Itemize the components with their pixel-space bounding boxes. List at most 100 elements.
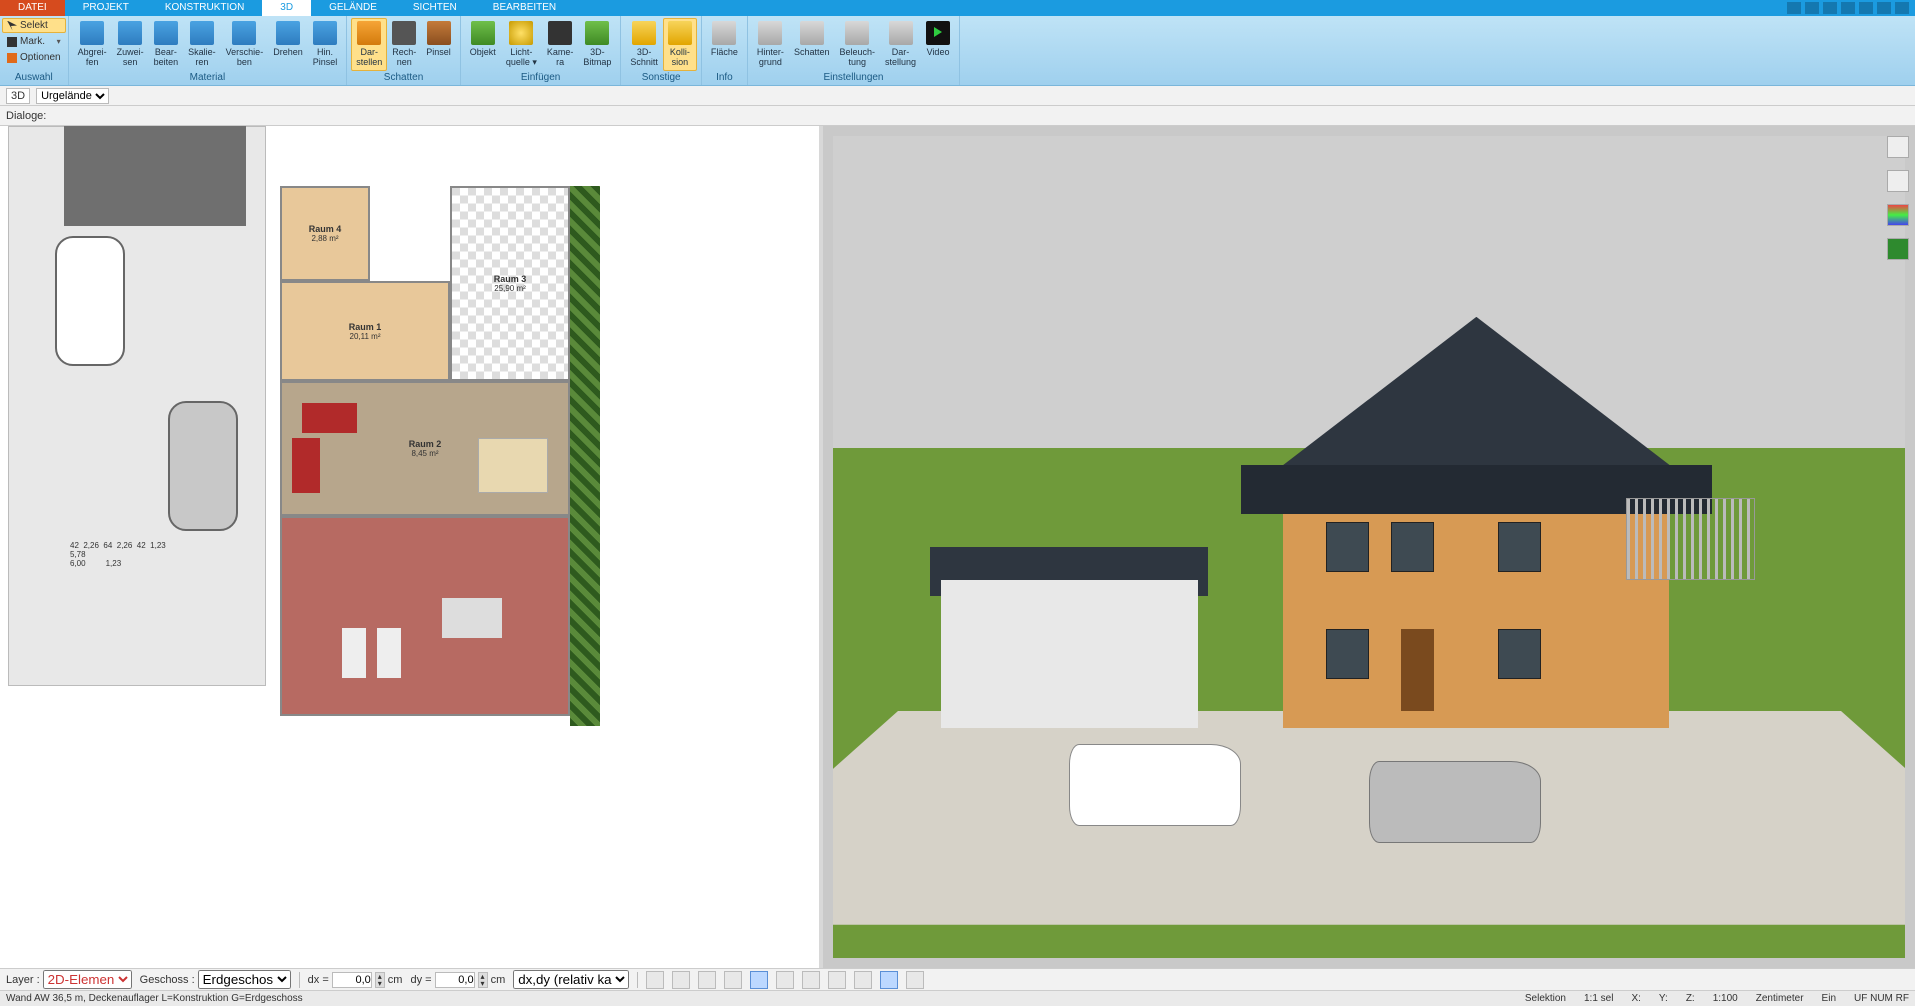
tab-bearbeiten[interactable]: BEARBEITEN <box>475 0 574 16</box>
btn-hintergrund[interactable]: Hinter- grund <box>752 18 789 71</box>
sysicon-1[interactable] <box>1787 2 1801 14</box>
dx-stepper[interactable]: ▴▾ <box>375 972 385 988</box>
pane-2d[interactable]: Raum 4 2,88 m² Raum 1 20,11 m² Raum 3 25… <box>0 126 823 968</box>
btn-skalieren[interactable]: Skalie- ren <box>183 18 221 71</box>
btn-verschieben[interactable]: Verschie- ben <box>221 18 269 71</box>
ribbon-group-auswahl: Selekt Mark. ▾ Optionen Auswahl <box>0 16 69 85</box>
geschoss-dropdown[interactable]: Erdgeschos <box>198 970 291 989</box>
btn-darstellen[interactable]: Dar- stellen <box>351 18 387 71</box>
btn-3dschnitt[interactable]: 3D- Schnitt <box>625 18 663 71</box>
chevron-down-icon: ▾ <box>57 37 61 46</box>
tool-grid2-icon[interactable] <box>802 971 820 989</box>
palette-plants-icon[interactable] <box>1887 238 1909 260</box>
btn-hinpinsel[interactable]: Hin. Pinsel <box>308 18 343 71</box>
room-2: Raum 2 8,45 m² <box>280 381 570 516</box>
btn-darstellung[interactable]: Dar- stellung <box>880 18 921 71</box>
status-scale: 1:100 <box>1713 993 1738 1004</box>
tool-north-icon[interactable] <box>880 971 898 989</box>
cursor-icon <box>7 21 17 31</box>
viewtag-3d[interactable]: 3D <box>6 88 30 104</box>
sysicon-3[interactable] <box>1823 2 1837 14</box>
dx-input[interactable] <box>332 972 372 988</box>
mark-button[interactable]: Mark. ▾ <box>2 34 66 49</box>
btn-3dbitmap[interactable]: 3D- Bitmap <box>578 18 616 71</box>
layer-dropdown[interactable]: 2D-Elemen <box>43 970 132 989</box>
btn-bearbeiten[interactable]: Bear- beiten <box>149 18 184 71</box>
tool-layers-icon[interactable] <box>828 971 846 989</box>
tab-projekt[interactable]: PROJEKT <box>65 0 147 16</box>
btn-drehen[interactable]: Drehen <box>268 18 308 71</box>
tab-datei[interactable]: DATEI <box>0 0 65 16</box>
armchair-red <box>292 438 320 493</box>
room-1: Raum 1 20,11 m² <box>280 281 450 381</box>
hedge-right <box>570 186 600 726</box>
window-3 <box>1498 522 1541 571</box>
btn-zuweisen[interactable]: Zuwei- sen <box>112 18 149 71</box>
right-palette <box>1887 136 1913 260</box>
palette-layers-icon[interactable] <box>1887 136 1909 158</box>
shadow-show-icon <box>357 21 381 45</box>
lighting-icon <box>845 21 869 45</box>
palette-materials-icon[interactable] <box>1887 204 1909 226</box>
help-icon[interactable] <box>1841 2 1855 14</box>
bottom-toolbar: Layer : 2D-Elemen Geschoss : Erdgeschos … <box>0 968 1915 990</box>
btn-lichtquelle[interactable]: Licht- quelle ▾ <box>501 18 542 71</box>
options-label: Optionen <box>20 52 61 63</box>
lounger-2 <box>377 628 401 678</box>
tool-link-icon[interactable] <box>724 971 742 989</box>
btn-kamera[interactable]: Kame- ra <box>542 18 579 71</box>
group-label-einfuegen: Einfügen <box>461 71 621 85</box>
calc-icon <box>392 21 416 45</box>
btn-video[interactable]: Video <box>921 18 955 71</box>
btn-schatten-einst[interactable]: Schatten <box>789 18 835 71</box>
group-label-auswahl: Auswahl <box>0 71 68 85</box>
tab-konstruktion[interactable]: KONSTRUKTION <box>147 0 262 16</box>
palette-furniture-icon[interactable] <box>1887 170 1909 192</box>
status-selektion: Selektion <box>1525 993 1566 1004</box>
tab-3d[interactable]: 3D <box>262 0 311 16</box>
car-grey-3d <box>1369 761 1540 843</box>
dy-stepper[interactable]: ▴▾ <box>478 972 488 988</box>
btn-rechnen[interactable]: Rech- nen <box>387 18 421 71</box>
btn-abgreifen[interactable]: Abgrei- fen <box>73 18 112 71</box>
btn-beleuchtung[interactable]: Beleuch- tung <box>834 18 880 71</box>
tab-sichten[interactable]: SICHTEN <box>395 0 475 16</box>
garage-3d <box>941 580 1198 728</box>
move-icon <box>232 21 256 45</box>
maximize-icon[interactable] <box>1877 2 1891 14</box>
tool-grid3-icon[interactable] <box>854 971 872 989</box>
minimize-icon[interactable] <box>1859 2 1873 14</box>
mark-icon <box>7 37 17 47</box>
btn-kollision[interactable]: Kolli- sion <box>663 18 697 71</box>
car-white-2d <box>55 236 125 366</box>
coord-mode-dropdown[interactable]: dx,dy (relativ ka <box>513 970 629 989</box>
layer-select[interactable]: Urgelände <box>36 88 109 104</box>
select-button[interactable]: Selekt <box>2 18 66 33</box>
area-icon <box>712 21 736 45</box>
terrace <box>280 516 570 716</box>
btn-flaeche[interactable]: Fläche <box>706 18 743 71</box>
ribbon-group-einstellungen: Hinter- grund Schatten Beleuch- tung Dar… <box>748 16 960 85</box>
dy-input[interactable] <box>435 972 475 988</box>
tool-grid1-icon[interactable] <box>776 971 794 989</box>
system-icons <box>1787 0 1915 16</box>
sysicon-2[interactable] <box>1805 2 1819 14</box>
tab-gelaende[interactable]: GELÄNDE <box>311 0 395 16</box>
tool-monitor-icon[interactable] <box>672 971 690 989</box>
tool-info-icon[interactable] <box>906 971 924 989</box>
close-icon[interactable] <box>1895 2 1909 14</box>
tool-clock-icon[interactable] <box>646 971 664 989</box>
ribbon: Selekt Mark. ▾ Optionen Auswahl Abgrei- … <box>0 16 1915 86</box>
status-x: X: <box>1631 993 1640 1004</box>
btn-objekt[interactable]: Objekt <box>465 18 501 71</box>
dining-table <box>478 438 548 493</box>
tool-cube-icon[interactable] <box>698 971 716 989</box>
layer-label: Layer : <box>6 974 40 986</box>
tool-snap-icon[interactable] <box>750 971 768 989</box>
dx-unit: cm <box>388 974 403 986</box>
rotate-icon <box>276 21 300 45</box>
ribbon-group-einfuegen: Objekt Licht- quelle ▾ Kame- ra 3D- Bitm… <box>461 16 622 85</box>
pane-3d[interactable] <box>823 126 1915 968</box>
options-button[interactable]: Optionen <box>2 50 66 65</box>
btn-pinsel[interactable]: Pinsel <box>421 18 456 71</box>
